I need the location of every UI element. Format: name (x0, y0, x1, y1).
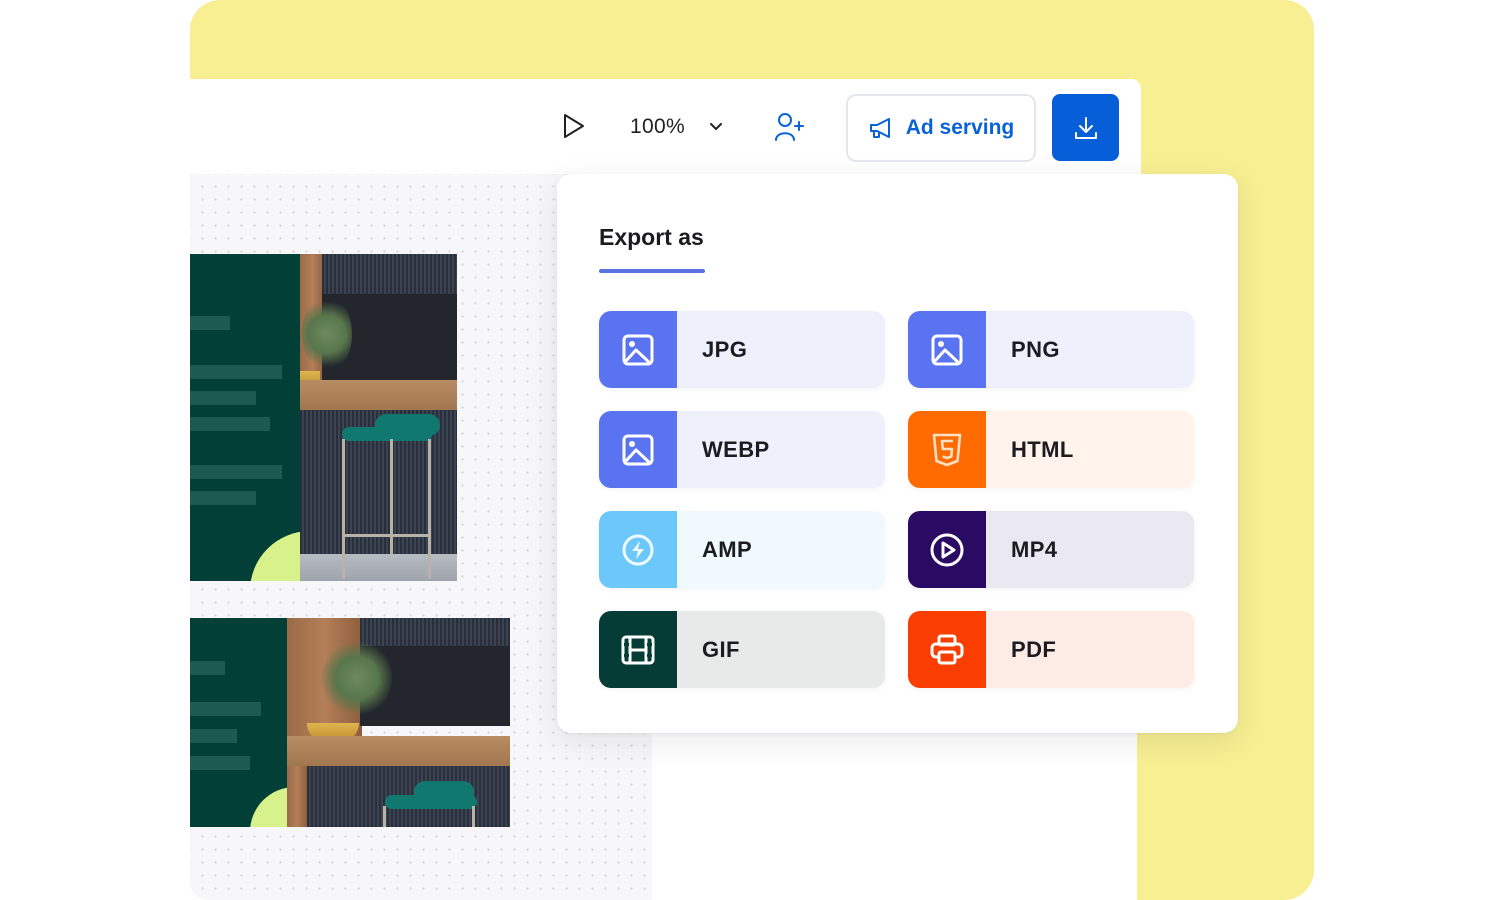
kitchen-photo (300, 254, 457, 581)
placeholder-text-line (190, 465, 282, 479)
image-icon (599, 411, 677, 488)
placeholder-text-line (190, 391, 256, 405)
export-option-pdf[interactable]: PDF (908, 611, 1194, 688)
download-button[interactable] (1052, 94, 1119, 161)
placeholder-text-line (190, 491, 256, 505)
export-option-label: PDF (986, 611, 1194, 688)
export-option-mp4[interactable]: MP4 (908, 511, 1194, 588)
export-option-amp[interactable]: AMP (599, 511, 885, 588)
amp-bolt-icon (599, 511, 677, 588)
placeholder-text-line (190, 702, 261, 716)
export-option-label: HTML (986, 411, 1194, 488)
preview-button[interactable] (560, 112, 588, 140)
export-option-jpg[interactable]: JPG (599, 311, 885, 388)
placeholder-text-line (190, 316, 230, 330)
zoom-value: 100% (630, 115, 685, 138)
design-text-panel (190, 618, 287, 827)
export-option-html[interactable]: HTML (908, 411, 1194, 488)
kitchen-photo (287, 618, 510, 827)
placeholder-text-line (190, 365, 282, 379)
export-panel: Export as JPG PNG WEBP HTML AMP MP4 GIF … (557, 174, 1238, 733)
download-icon (1074, 116, 1097, 139)
placeholder-text-line (190, 729, 237, 743)
panel-shape (190, 618, 275, 827)
play-circle-icon (908, 511, 986, 588)
film-icon (599, 611, 677, 688)
image-icon (599, 311, 677, 388)
accent-shape (250, 531, 300, 581)
image-icon (908, 311, 986, 388)
design-thumbnail[interactable] (190, 618, 510, 827)
accent-shape (250, 787, 287, 827)
add-user-icon (775, 113, 804, 141)
export-option-webp[interactable]: WEBP (599, 411, 885, 488)
ad-serving-button[interactable]: Ad serving (846, 94, 1036, 162)
html5-icon (908, 411, 986, 488)
export-options-grid: JPG PNG WEBP HTML AMP MP4 GIF PDF (599, 311, 1194, 688)
title-underline (599, 269, 705, 273)
toolbar: 100% Ad serving (190, 79, 1141, 174)
chevron-down-icon (707, 118, 725, 136)
ad-serving-label: Ad serving (905, 116, 1015, 139)
export-option-png[interactable]: PNG (908, 311, 1194, 388)
export-option-label: WEBP (677, 411, 885, 488)
megaphone-icon (869, 118, 890, 138)
export-option-label: PNG (986, 311, 1194, 388)
share-add-user-button[interactable] (774, 111, 806, 143)
zoom-dropdown[interactable]: 100% (630, 112, 725, 142)
export-option-gif[interactable]: GIF (599, 611, 885, 688)
design-text-panel (190, 254, 300, 581)
placeholder-text-line (190, 661, 225, 675)
export-option-label: MP4 (986, 511, 1194, 588)
printer-icon (908, 611, 986, 688)
design-thumbnail[interactable] (190, 254, 457, 581)
export-option-label: JPG (677, 311, 885, 388)
placeholder-text-line (190, 756, 250, 770)
export-option-label: GIF (677, 611, 885, 688)
export-panel-title: Export as (599, 224, 704, 250)
play-icon (564, 114, 584, 138)
placeholder-text-line (190, 417, 270, 431)
export-option-label: AMP (677, 511, 885, 588)
